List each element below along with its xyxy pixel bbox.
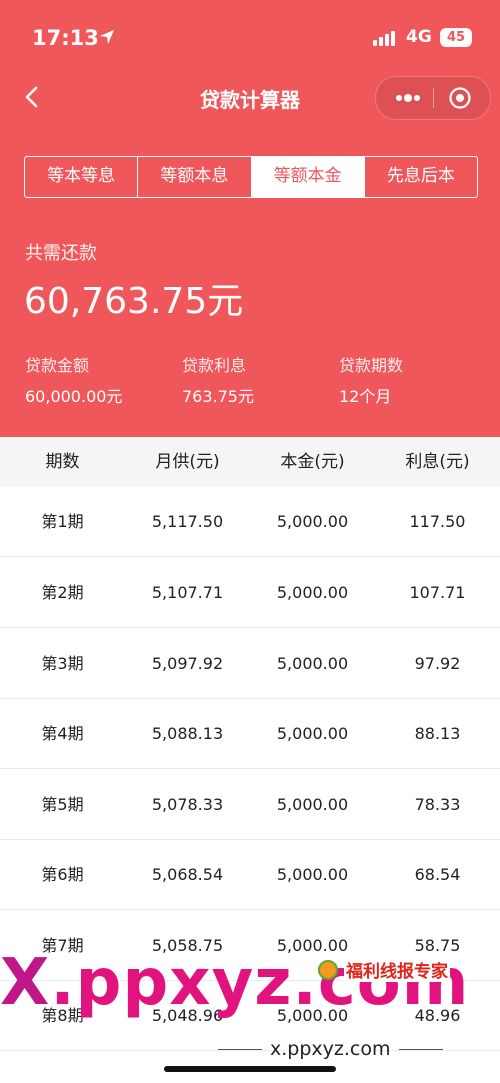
network-type: 4G: [406, 27, 432, 47]
loan-interest: 贷款利息 763.75元: [182, 352, 254, 407]
total-repayment-value: 60,763.75元: [24, 281, 244, 322]
principal-cell: 5,000.00: [276, 795, 349, 814]
table-row: 第5期 5,078.33 5,000.00 78.33: [0, 770, 500, 840]
loan-term-label: 贷款期数: [339, 356, 404, 375]
close-miniprogram-icon[interactable]: [448, 86, 472, 110]
principal-cell: 5,000.00: [276, 583, 349, 602]
location-arrow-icon: [98, 28, 116, 50]
header-monthly-payment: 月供(元): [155, 452, 220, 472]
monthly-payment-cell: 5,107.71: [151, 583, 224, 602]
monthly-payment-cell: 5,078.33: [151, 795, 224, 814]
loan-interest-label: 贷款利息: [182, 356, 247, 375]
period-cell: 第4期: [41, 724, 84, 743]
principal-cell: 5,000.00: [276, 512, 349, 531]
table-row: 第6期 5,068.54 5,000.00 68.54: [0, 840, 500, 910]
watermark-logo-x: X: [0, 946, 51, 1020]
period-cell: 第3期: [41, 654, 84, 673]
watermark-badge: 福利线报专家: [318, 957, 450, 982]
header-principal: 本金(元): [280, 452, 345, 472]
table-row: 第1期 5,117.50 5,000.00 117.50: [0, 487, 500, 557]
monthly-payment-cell: 5,097.92: [151, 654, 224, 673]
tab-equal-principal-interest[interactable]: 等本等息: [25, 157, 137, 197]
interest-cell: 107.71: [409, 583, 466, 602]
table-row: 第4期 5,088.13 5,000.00 88.13: [0, 699, 500, 769]
table-row: 第3期 5,097.92 5,000.00 97.92: [0, 629, 500, 699]
header-interest: 利息(元): [405, 452, 470, 472]
more-icon[interactable]: [390, 88, 426, 108]
home-indicator: [164, 1066, 336, 1072]
loan-term: 贷款期数 12个月: [339, 352, 403, 407]
loan-amount-label: 贷款金额: [25, 356, 90, 375]
interest-cell: 97.92: [414, 654, 461, 673]
status-time: 17:13: [32, 26, 99, 50]
table-header: 期数 月供(元) 本金(元) 利息(元): [0, 437, 500, 487]
loan-amount-value: 60,000.00元: [25, 387, 123, 406]
loan-amount: 贷款金额 60,000.00元: [25, 352, 122, 407]
principal-cell: 5,000.00: [276, 654, 349, 673]
battery-icon: 45: [440, 28, 472, 47]
mini-program-capsule: [375, 76, 491, 120]
monthly-payment-cell: 5,117.50: [151, 512, 224, 531]
tab-interest-first[interactable]: 先息后本: [363, 157, 477, 197]
tab-equal-installment[interactable]: 等额本息: [137, 157, 250, 197]
header-banner: 17:13 4G 45 贷款计算器 等本等息 等额本息 等额本金 先息后本 共需…: [0, 0, 500, 437]
monthly-payment-cell: 5,088.13: [151, 724, 224, 743]
principal-cell: 5,000.00: [276, 724, 349, 743]
table-row: 第2期 5,107.71 5,000.00 107.71: [0, 558, 500, 628]
interest-cell: 68.54: [414, 865, 461, 884]
signal-icon: [373, 31, 395, 46]
status-bar: 17:13 4G 45: [0, 0, 500, 80]
period-cell: 第5期: [41, 795, 84, 814]
loan-term-value: 12个月: [339, 387, 392, 406]
watermark-url: x.ppxyz.com: [210, 1038, 451, 1060]
period-cell: 第2期: [41, 583, 84, 602]
principal-cell: 5,000.00: [276, 865, 349, 884]
tab-equal-principal[interactable]: 等额本金: [250, 157, 364, 197]
interest-cell: 88.13: [414, 724, 461, 743]
header-period: 期数: [45, 452, 80, 472]
period-cell: 第1期: [41, 512, 84, 531]
loan-interest-value: 763.75元: [182, 387, 254, 406]
total-repayment-label: 共需还款: [25, 243, 97, 264]
period-cell: 第6期: [41, 865, 84, 884]
nav-bar: 贷款计算器: [0, 74, 500, 120]
interest-cell: 78.33: [414, 795, 461, 814]
repayment-method-tabs: 等本等息 等额本息 等额本金 先息后本: [24, 156, 478, 198]
monthly-payment-cell: 5,068.54: [151, 865, 224, 884]
watermark-leaf-icon: [318, 959, 338, 980]
capsule-divider: [433, 88, 434, 108]
interest-cell: 117.50: [409, 512, 466, 531]
watermark-badge-text: 福利线报专家: [344, 957, 450, 982]
